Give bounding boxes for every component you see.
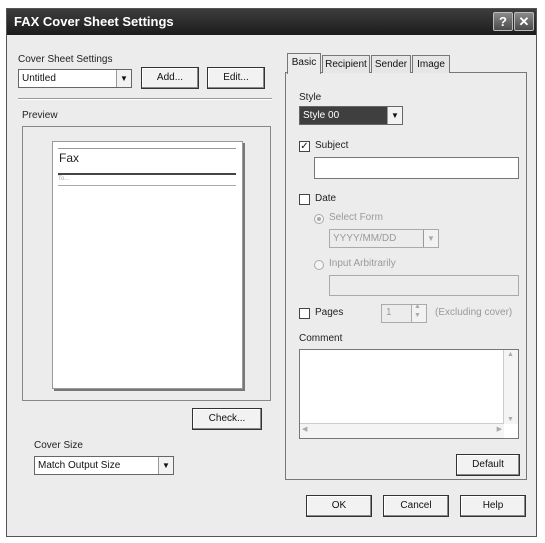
tab-image[interactable]: Image — [412, 55, 450, 73]
pages-value: 1 — [386, 307, 392, 318]
cover-sheet-select[interactable]: Untitled ▼ — [18, 69, 132, 88]
select-form-radio[interactable] — [314, 214, 324, 224]
chevron-up-icon: ▲ — [414, 303, 421, 310]
help-title-button[interactable]: ? — [493, 12, 513, 31]
add-button[interactable]: Add... — [141, 67, 199, 89]
date-checkbox[interactable] — [299, 194, 310, 205]
edit-button[interactable]: Edit... — [207, 67, 265, 89]
preview-rule — [58, 185, 236, 186]
tab-sender[interactable]: Sender — [371, 55, 411, 73]
tab-recipient[interactable]: Recipient — [322, 55, 370, 73]
spin-buttons[interactable]: ▲ ▼ — [411, 303, 426, 322]
style-select[interactable]: Style 00 ▼ — [299, 106, 403, 125]
subject-label: Subject — [315, 140, 349, 151]
chevron-down-icon: ▼ — [507, 416, 514, 423]
dialog-title: FAX Cover Sheet Settings — [14, 14, 174, 29]
select-form-label: Select Form — [329, 212, 383, 223]
comment-textarea[interactable]: ▲ ▼ ◀ ▶ — [299, 349, 519, 439]
cover-sheet-value: Untitled — [22, 73, 56, 84]
separator-line — [18, 98, 272, 100]
chevron-down-icon: ▼ — [414, 312, 421, 319]
chevron-down-icon: ▼ — [116, 70, 131, 87]
close-icon[interactable]: ✕ — [514, 12, 534, 31]
tab-basic[interactable]: Basic — [287, 53, 321, 74]
horizontal-scrollbar[interactable]: ◀ ▶ — [300, 423, 504, 438]
chevron-right-icon: ▶ — [496, 426, 502, 433]
cancel-button[interactable]: Cancel — [383, 495, 449, 517]
preview-label: Preview — [22, 110, 58, 121]
subject-checkbox[interactable]: ✓ — [299, 141, 310, 152]
input-arbitrarily-label: Input Arbitrarily — [329, 258, 396, 269]
check-button[interactable]: Check... — [192, 408, 262, 430]
default-button[interactable]: Default — [456, 454, 520, 476]
preview-area: Fax To... — [22, 126, 271, 401]
cover-size-label: Cover Size — [34, 440, 83, 451]
date-label: Date — [315, 193, 337, 204]
preview-fax-title: Fax — [59, 151, 80, 165]
preview-page: Fax To... — [52, 141, 243, 389]
fax-cover-sheet-dialog: FAX Cover Sheet Settings ? ✕ Cover Sheet… — [6, 8, 537, 537]
title-bar: FAX Cover Sheet Settings ? ✕ — [7, 9, 536, 35]
vertical-scrollbar[interactable]: ▲ ▼ — [503, 350, 518, 424]
input-arbitrarily-radio[interactable] — [314, 260, 324, 270]
preview-rule-thick — [58, 173, 236, 175]
chevron-up-icon: ▲ — [507, 351, 514, 358]
date-format-select[interactable]: YYYY/MM/DD ▼ — [329, 229, 439, 248]
pages-note: (Excluding cover) — [435, 307, 513, 318]
chevron-left-icon: ◀ — [302, 426, 308, 433]
pages-checkbox[interactable] — [299, 308, 310, 319]
chevron-down-icon: ▼ — [423, 230, 438, 247]
date-text-input[interactable] — [329, 275, 519, 296]
tab-panel: Basic Recipient Sender Image Style Style… — [285, 53, 527, 480]
preview-rule — [58, 148, 236, 149]
style-label: Style — [299, 92, 322, 103]
cover-size-select[interactable]: Match Output Size ▼ — [34, 456, 174, 475]
chevron-down-icon: ▼ — [387, 107, 402, 124]
pages-stepper[interactable]: 1 ▲ ▼ — [381, 303, 427, 323]
style-value: Style 00 — [303, 110, 340, 121]
preview-small-text: To... — [58, 176, 70, 182]
cover-size-value: Match Output Size — [38, 460, 121, 471]
date-format-value: YYYY/MM/DD — [333, 233, 397, 244]
pages-label: Pages — [315, 307, 344, 318]
ok-button[interactable]: OK — [306, 495, 372, 517]
comment-label: Comment — [299, 333, 343, 344]
chevron-down-icon: ▼ — [158, 457, 173, 474]
help-button[interactable]: Help — [460, 495, 526, 517]
subject-input[interactable] — [314, 157, 519, 179]
cover-sheet-settings-label: Cover Sheet Settings — [18, 54, 113, 65]
